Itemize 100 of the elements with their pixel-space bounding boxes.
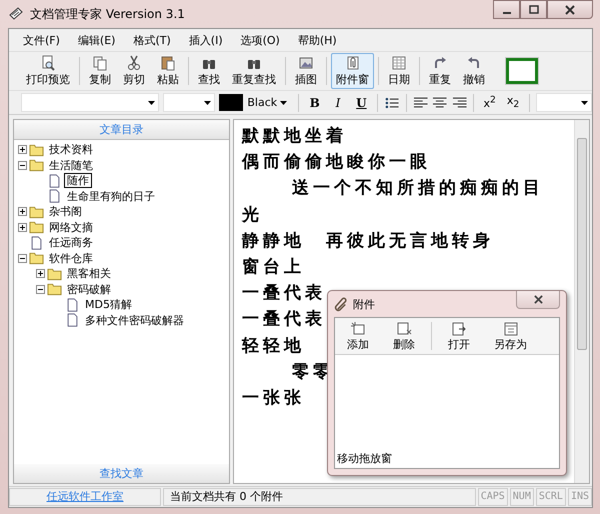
attachment-tool-button[interactable]: 另存为: [486, 320, 535, 352]
tree-item[interactable]: 网络文摘: [46, 220, 96, 235]
caret-icon: [204, 100, 212, 104]
maximize-button[interactable]: [520, 0, 547, 19]
style-dropdown[interactable]: [536, 93, 592, 112]
sidebar-footer[interactable]: 查找文章: [14, 464, 229, 483]
tree-item[interactable]: 黑客相关: [64, 266, 114, 282]
expander-icon[interactable]: [18, 145, 27, 154]
delete-icon: [396, 320, 412, 336]
attachment-tool-button[interactable]: 打开: [440, 320, 478, 352]
tree-item[interactable]: 随作: [64, 173, 92, 188]
tree-item[interactable]: 任远商务: [46, 235, 96, 250]
tree-item[interactable]: 技术资料: [46, 142, 96, 158]
format-button[interactable]: I: [328, 96, 348, 110]
toolbar-button[interactable]: 插图: [290, 53, 322, 89]
text-line: 偶而偷偷地睃你一眼: [242, 151, 431, 174]
close-icon: [534, 295, 542, 304]
document-icon: [47, 174, 62, 188]
folder-icon: [29, 158, 44, 172]
scissors-icon: [126, 55, 142, 71]
copy-icon: [92, 55, 108, 71]
color-swatch: [219, 94, 244, 111]
toolbar-button[interactable]: 重复查找: [227, 53, 281, 89]
expander-icon[interactable]: [18, 254, 27, 263]
toolbar-button[interactable]: 粘贴: [152, 53, 184, 89]
add-icon: [350, 320, 366, 336]
tree-item[interactable]: 杂书阁: [46, 204, 85, 220]
expander-icon[interactable]: [18, 160, 27, 170]
tree-item[interactable]: 密码破解: [64, 282, 114, 297]
close-button[interactable]: [547, 0, 593, 19]
close-button[interactable]: [516, 291, 560, 309]
script-button[interactable]: x$_{2}$: [503, 94, 523, 111]
attachment-tool-button[interactable]: 添加: [339, 320, 377, 352]
format-button[interactable]: U: [352, 96, 372, 110]
format-button[interactable]: B: [304, 96, 324, 110]
align-left-icon[interactable]: [412, 94, 428, 110]
tree-item[interactable]: 软件仓库: [46, 250, 96, 266]
redo-icon: [432, 55, 448, 71]
toolbar-button[interactable]: 日期: [383, 53, 415, 89]
expander-icon[interactable]: [36, 269, 45, 278]
toolbar-button[interactable]: 剪切: [118, 53, 150, 89]
menu-item[interactable]: 文件(F): [23, 32, 60, 48]
picture-icon: [298, 55, 314, 71]
expander-icon[interactable]: [18, 207, 27, 216]
vertical-scrollbar[interactable]: [574, 120, 589, 483]
align-center-icon[interactable]: [432, 94, 448, 110]
magnifier-page-icon: [40, 55, 56, 71]
window-title: 文档管理专家 Verersion 3.1: [30, 6, 185, 22]
toolbar-button[interactable]: 附件窗: [331, 53, 374, 89]
toolbar-button[interactable]: 打印预览: [21, 53, 75, 89]
toolbar-button[interactable]: 查找: [193, 53, 225, 89]
app-icon: [8, 6, 24, 22]
text-line: 送一个不知所措的痴痴的目: [292, 177, 544, 200]
color-dropdown[interactable]: Black: [247, 93, 292, 112]
caret-icon: [581, 100, 588, 104]
paperclip-icon: [334, 296, 349, 312]
minimize-button[interactable]: [493, 0, 520, 19]
sidebar-header[interactable]: 文章目录: [14, 120, 229, 140]
toolbar-button[interactable]: 撤销: [458, 53, 490, 89]
expander-icon[interactable]: [18, 222, 27, 232]
caret-icon: [148, 100, 155, 104]
paperclip-icon: [344, 55, 360, 71]
key-indicator: CAPS: [478, 488, 508, 506]
toolbar-button[interactable]: 重复: [424, 53, 456, 89]
menu-item[interactable]: 编辑(E): [78, 32, 116, 48]
tree-item[interactable]: MD5猜解: [82, 297, 135, 312]
attachment-tool-button[interactable]: 删除: [385, 320, 423, 352]
align-right-icon[interactable]: [452, 94, 468, 110]
key-indicator: SCRL: [536, 488, 566, 506]
text-line: 静静地 再彼此无言地转身: [242, 230, 494, 253]
menu-item[interactable]: 格式(T): [133, 32, 171, 48]
text-line: 一张张: [242, 386, 305, 410]
undo-icon: [466, 55, 482, 71]
menu-item[interactable]: 插入(I): [188, 32, 223, 48]
attachment-status: 移动拖放窗: [336, 451, 392, 467]
folder-icon: [29, 251, 44, 266]
text-line: 窗台上: [242, 256, 305, 279]
menu-item[interactable]: 帮助(H): [298, 32, 337, 48]
website-link[interactable]: 任远软件工作室: [9, 488, 161, 506]
save-as-icon: [502, 320, 518, 336]
maximize-icon: [528, 4, 538, 14]
tree-item[interactable]: 生活随笔: [46, 158, 96, 173]
script-button[interactable]: x$^{2}$: [480, 94, 500, 110]
text-line: 一叠代表: [242, 282, 326, 306]
folder-icon: [29, 204, 44, 219]
minimize-icon: [502, 12, 510, 14]
status-message: 当前文档共有 0 个附件: [163, 488, 476, 506]
clipboard-icon: [160, 55, 176, 71]
window-title: 附件: [353, 296, 375, 312]
document-icon: [65, 298, 80, 312]
folder-icon: [47, 266, 62, 281]
expander-icon[interactable]: [36, 284, 45, 294]
folder-icon: [47, 282, 62, 296]
close-icon: [565, 4, 575, 14]
toolbar-button[interactable]: 复制: [84, 53, 116, 89]
key-indicator: INS: [568, 488, 592, 506]
text-line: 轻轻地: [242, 334, 305, 358]
tree-item[interactable]: 多种文件密码破解器: [82, 312, 187, 328]
tree-item[interactable]: 生命里有狗的日子: [64, 188, 158, 204]
menu-item[interactable]: 选项(O): [240, 32, 280, 48]
